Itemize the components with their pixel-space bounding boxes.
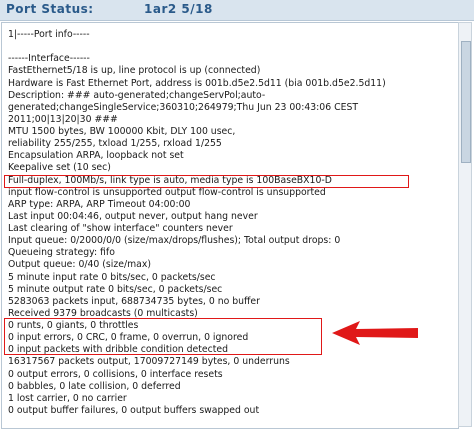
output-line: 0 output buffer failures, 0 output buffe…	[8, 404, 260, 416]
output-line: 1|-----Port info-----	[8, 29, 90, 40]
output-line: ------Interface------	[8, 53, 90, 65]
output-line: Keepalive set (10 sec)	[8, 162, 111, 174]
output-line: 5283063 packets input, 688734735 bytes, …	[8, 295, 260, 307]
output-line: Output queue: 0/40 (size/max)	[8, 259, 151, 271]
port-status-header: Port Status: 1ar2 5/18	[0, 0, 474, 21]
output-line: 1 lost carrier, 0 no carrier	[8, 392, 127, 404]
interface-output-panel: 1|-----Port info----- ------Interface---…	[1, 22, 459, 429]
output-line: 16317567 packets output, 17009727149 byt…	[8, 356, 290, 368]
vertical-scrollbar[interactable]	[458, 22, 472, 427]
output-line: Queueing strategy: fifo	[8, 247, 115, 259]
output-line: Encapsulation ARPA, loopback not set	[8, 150, 184, 162]
output-line: Last clearing of "show interface" counte…	[8, 223, 233, 234]
red-arrow-icon	[332, 321, 418, 345]
output-line: 2011;00|13|20|30 ###	[8, 113, 118, 125]
output-line: generated;changeSingleService;360310;264…	[8, 101, 359, 113]
error-counters-highlight-box	[4, 318, 322, 355]
output-line: FastEthernet5/18 is up, line protocol is…	[8, 65, 261, 77]
output-line: ARP type: ARPA, ARP Timeout 04:00:00	[8, 198, 191, 210]
scrollbar-thumb[interactable]	[461, 41, 471, 163]
output-line: Hardware is Fast Ethernet Port, address …	[8, 77, 386, 89]
page-title: Port Status:	[6, 2, 94, 16]
output-line: 0 babbles, 0 late collision, 0 deferred	[8, 380, 181, 392]
output-line: reliability 255/255, txload 1/255, rxloa…	[8, 138, 222, 150]
duplex-highlight-box	[4, 175, 409, 188]
output-line: Last input 00:04:46, output never, outpu…	[8, 210, 258, 222]
output-lines: 1|-----Port info----- ------Interface---…	[8, 29, 386, 417]
output-line: MTU 1500 bytes, BW 100000 Kbit, DLY 100 …	[8, 126, 236, 137]
output-line: 5 minute input rate 0 bits/sec, 0 packet…	[8, 271, 216, 283]
output-line: 0 output errors, 0 collisions, 0 interfa…	[8, 368, 223, 380]
output-line: 5 minute output rate 0 bits/sec, 0 packe…	[8, 283, 223, 295]
output-line: Input queue: 0/2000/0/0 (size/max/drops/…	[8, 235, 341, 247]
port-identifier: 1ar2 5/18	[144, 2, 213, 16]
output-line: input flow-control is unsupported output…	[8, 186, 326, 198]
output-line: Description: ### auto-generated;changeSe…	[8, 89, 266, 101]
